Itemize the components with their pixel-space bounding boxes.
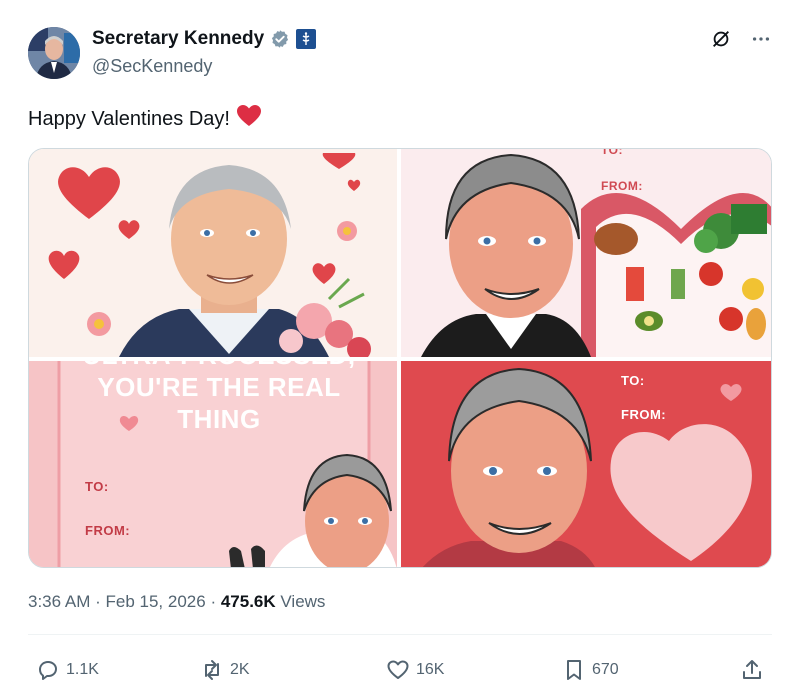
red-heart-emoji-icon xyxy=(236,104,262,134)
author-name-row: Secretary Kennedy xyxy=(92,28,317,50)
avatar[interactable] xyxy=(28,27,80,79)
gov-affiliation-icon[interactable] xyxy=(296,29,317,49)
media-grid[interactable]: TO: FROM: ULTRA-PROCESSED, xyxy=(28,148,772,568)
like-count: 16K xyxy=(416,661,445,678)
card-from-label: FROM: xyxy=(601,179,643,193)
card-headline-line3: THING xyxy=(177,404,261,434)
share-icon xyxy=(743,660,761,679)
card-to-label: TO: xyxy=(621,373,645,388)
reply-count: 1.1K xyxy=(66,661,99,678)
views-label: Views xyxy=(280,592,326,611)
bookmark-button[interactable]: 670 xyxy=(562,658,619,682)
share-button[interactable] xyxy=(740,658,764,682)
media-image-4[interactable]: TO: FROM: xyxy=(401,361,771,567)
post-text-body: Happy Valentines Day! xyxy=(28,107,230,130)
card-headline-line1: ULTRA-PROCESSED, xyxy=(69,361,369,371)
action-bar: 1.1K 2K 16K 670 xyxy=(28,650,772,690)
card-headline: ULTRA-PROCESSED, YOU'RE THE REAL THING xyxy=(69,361,369,435)
post-meta: 3:36 AM · Feb 15, 2026 · 475.6K Views xyxy=(28,592,325,612)
post-text: Happy Valentines Day! xyxy=(28,104,262,134)
card-from-label: FROM: xyxy=(85,523,131,538)
post-time[interactable]: 3:36 AM xyxy=(28,592,90,611)
verified-check-icon[interactable] xyxy=(270,29,290,49)
card-to-label: TO: xyxy=(601,149,623,157)
repost-count: 2K xyxy=(230,661,250,678)
post-card: Secretary Kennedy @SecKennedy Happy Vale… xyxy=(0,0,800,700)
meta-separator: · xyxy=(95,592,106,611)
media-image-2[interactable]: TO: FROM: xyxy=(401,149,771,357)
like-button[interactable]: 16K xyxy=(386,658,444,682)
author-name[interactable]: Secretary Kennedy xyxy=(92,28,264,50)
card-from-label: FROM: xyxy=(621,407,667,422)
more-dots-icon[interactable] xyxy=(750,28,772,50)
meta-separator: · xyxy=(210,592,221,611)
author-handle[interactable]: @SecKennedy xyxy=(92,56,212,77)
reply-button[interactable]: 1.1K xyxy=(36,658,99,682)
repost-button[interactable]: 2K xyxy=(200,658,250,682)
card-headline-line2: YOU'RE THE REAL xyxy=(97,372,341,402)
card-to-label: TO: xyxy=(85,479,109,494)
bookmark-count: 670 xyxy=(592,661,619,678)
media-image-1[interactable] xyxy=(29,149,397,357)
post-date[interactable]: Feb 15, 2026 xyxy=(106,592,206,611)
views-count: 475.6K xyxy=(220,592,276,611)
bookmark-icon xyxy=(567,660,581,680)
header-actions xyxy=(710,28,772,50)
heart-icon xyxy=(387,660,409,679)
repost-icon xyxy=(205,660,219,680)
divider xyxy=(28,634,772,635)
grok-icon[interactable] xyxy=(710,28,732,50)
reply-icon xyxy=(39,661,57,680)
media-image-3[interactable]: ULTRA-PROCESSED, YOU'RE THE REAL THING T… xyxy=(29,361,397,567)
